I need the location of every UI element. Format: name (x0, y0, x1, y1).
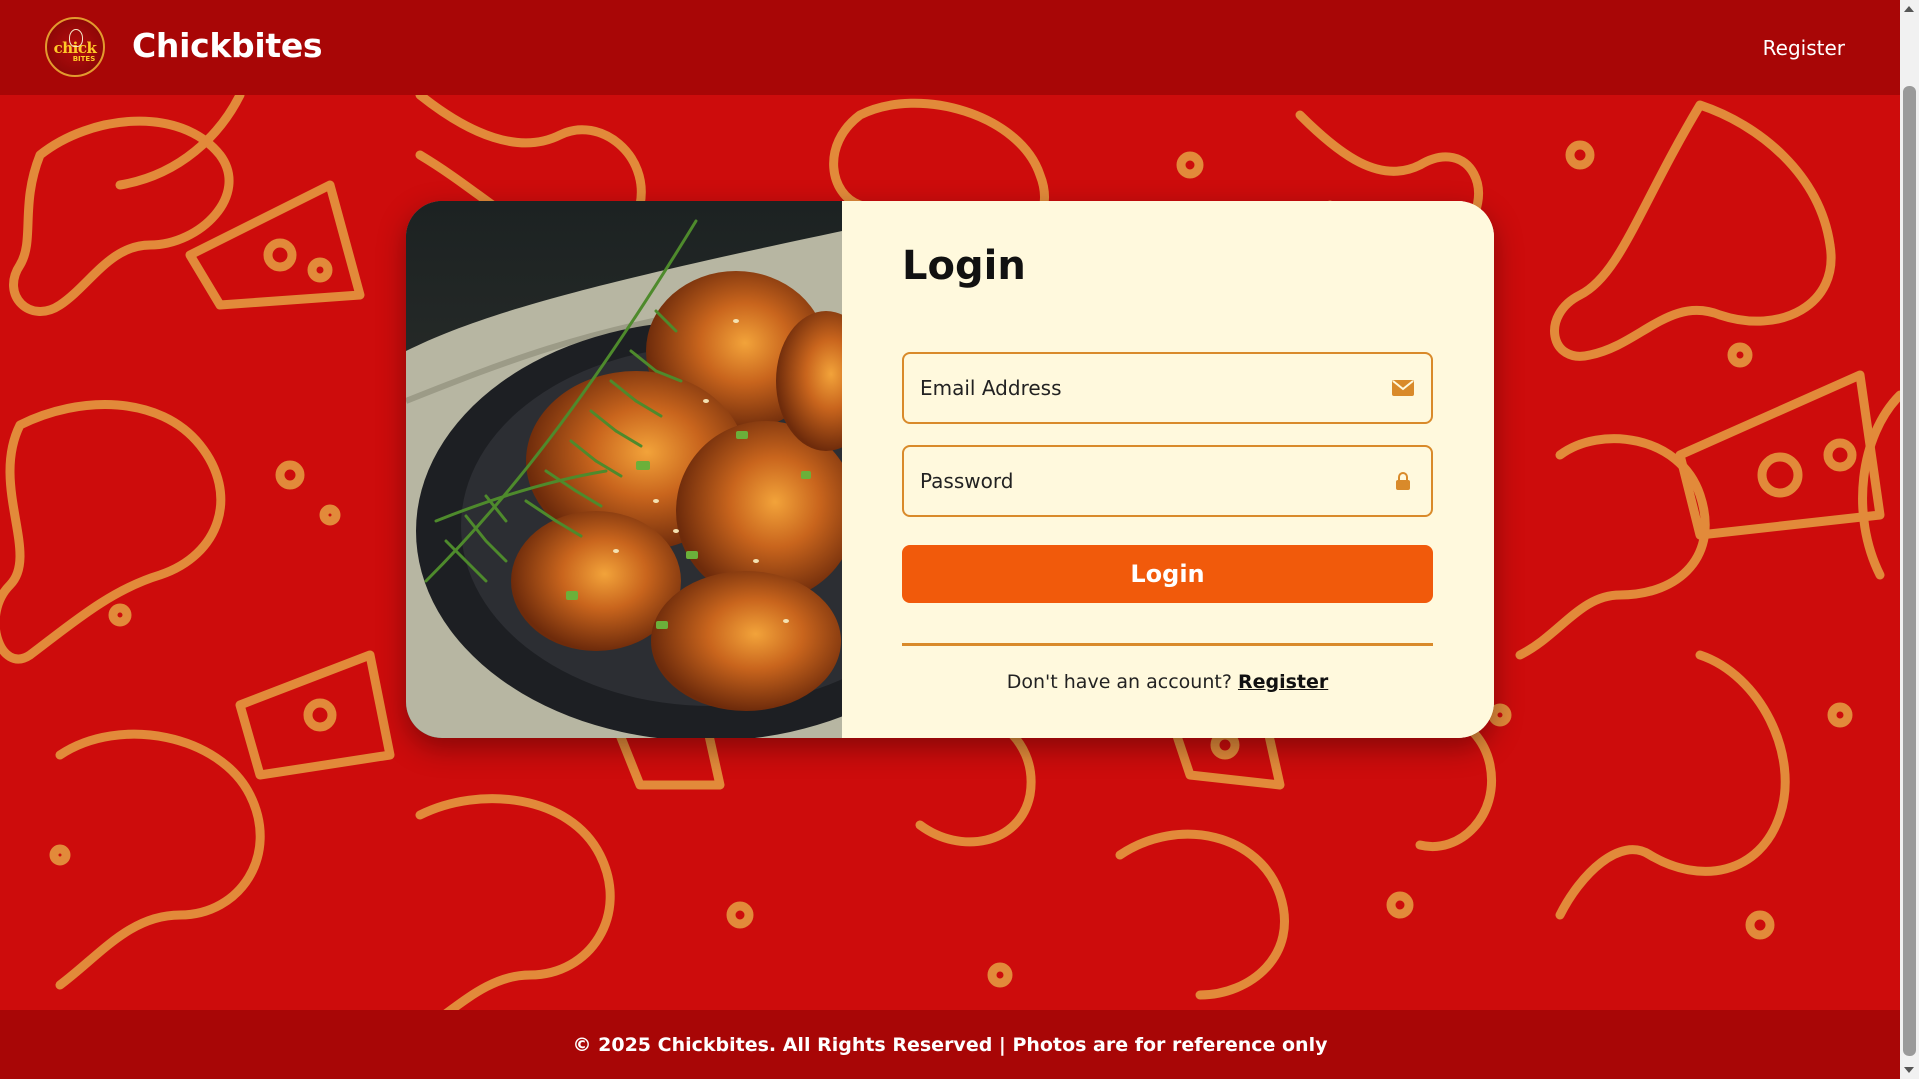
scroll-down-arrow-icon[interactable] (1904, 1067, 1914, 1073)
password-field[interactable] (902, 445, 1433, 517)
scroll-thumb[interactable] (1903, 86, 1916, 1056)
login-title: Login (902, 243, 1026, 289)
site-header: chick BITES Chickbites Register (0, 0, 1900, 95)
page-scrollbar[interactable] (1900, 0, 1919, 1079)
food-image (406, 201, 842, 738)
password-input[interactable] (918, 468, 1362, 494)
form-divider (902, 643, 1433, 646)
login-card: Login Login Don't have an account (406, 201, 1494, 738)
scroll-up-arrow-icon[interactable] (1904, 6, 1914, 12)
signup-prompt-text: Don't have an account? (1006, 671, 1238, 693)
logo-text-bites: BITES (72, 55, 96, 63)
lock-icon (1391, 469, 1415, 493)
chicken-logo-icon (69, 29, 83, 47)
email-field[interactable] (902, 352, 1433, 424)
nav-register-link[interactable]: Register (1763, 36, 1845, 60)
footer-copyright: © 2025 Chickbites. All Rights Reserved |… (572, 1033, 1328, 1056)
site-footer: © 2025 Chickbites. All Rights Reserved |… (0, 1010, 1900, 1079)
fried-chicken-photo (406, 201, 842, 738)
login-form: Login Login Don't have an account (842, 201, 1494, 738)
signup-prompt: Don't have an account? Register (902, 671, 1433, 693)
brand-name[interactable]: Chickbites (132, 26, 323, 65)
login-button[interactable]: Login (902, 545, 1433, 603)
register-link[interactable]: Register (1238, 671, 1328, 693)
email-input[interactable] (918, 375, 1362, 401)
mail-icon (1391, 376, 1415, 400)
brand-logo[interactable]: chick BITES (45, 17, 105, 77)
